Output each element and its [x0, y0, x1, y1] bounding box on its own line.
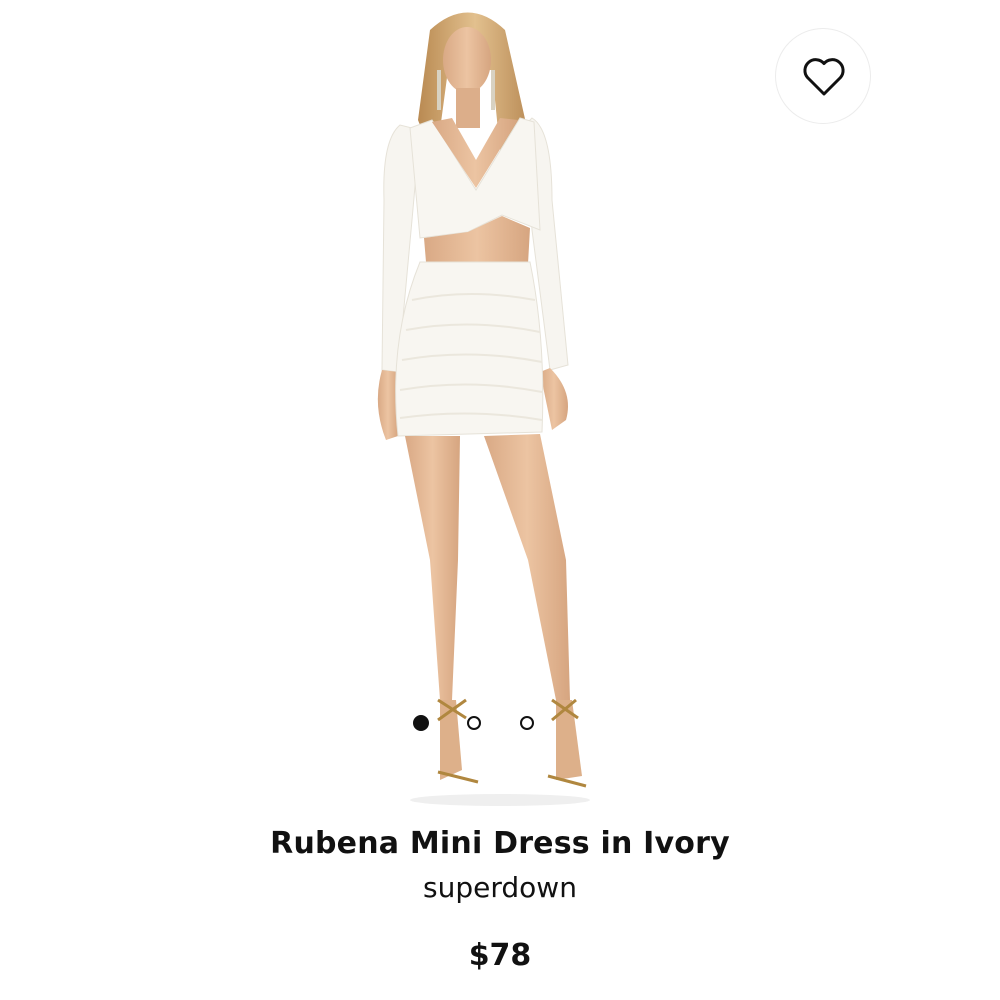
image-edge [851, 0, 1000, 200]
carousel-dot-1[interactable] [413, 715, 429, 731]
carousel-dot-3[interactable] [520, 716, 534, 730]
heart-outline-icon [803, 58, 845, 96]
product-price: $78 [468, 938, 532, 973]
product-title: Rubena Mini Dress in Ivory [270, 826, 730, 861]
carousel-dots [0, 715, 1000, 733]
product-image[interactable] [0, 0, 1000, 820]
carousel-dot-2[interactable] [467, 716, 481, 730]
product-brand[interactable]: superdown [0, 871, 1000, 904]
favorite-button[interactable] [775, 28, 871, 124]
